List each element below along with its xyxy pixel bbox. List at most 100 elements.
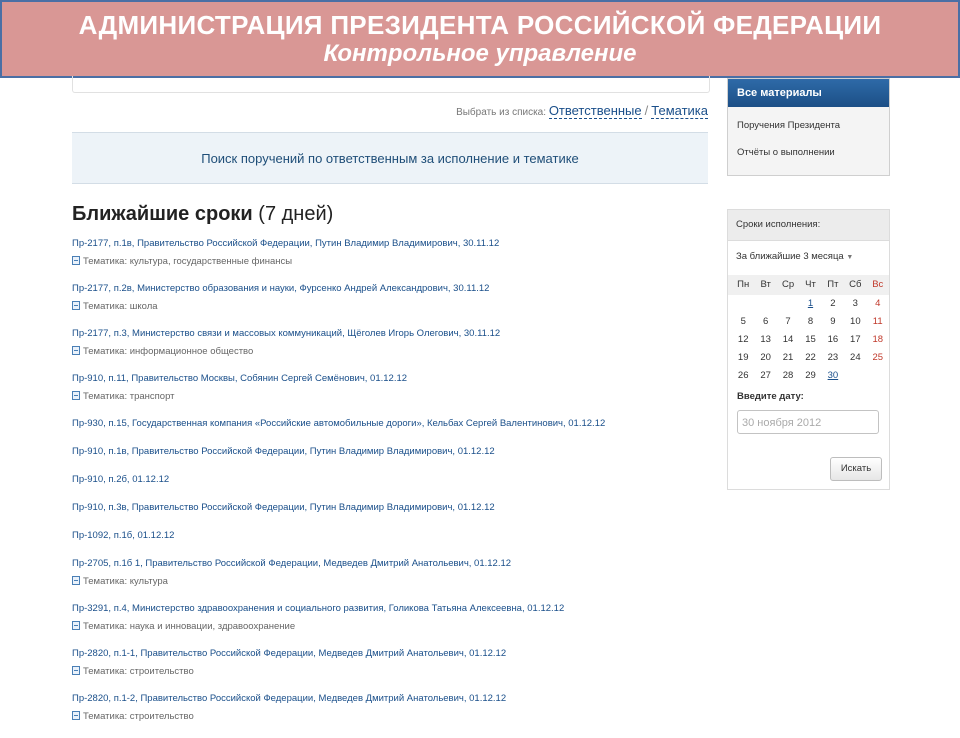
calendar-day[interactable]: 14	[777, 331, 799, 349]
task-item: Пр-2820, п.1-2, Правительство Российской…	[72, 693, 708, 723]
task-theme-text: Тематика: школа	[83, 301, 158, 312]
find-button[interactable]: Искать	[830, 457, 882, 481]
calendar-day[interactable]: 15	[799, 331, 821, 349]
calendar-day[interactable]: 2	[822, 295, 844, 313]
task-item: Пр-3291, п.4, Министерство здравоохранен…	[72, 603, 708, 633]
calendar-day[interactable]: 7	[777, 313, 799, 331]
task-link[interactable]: Пр-2177, п.2в, Министерство образования …	[72, 283, 708, 295]
task-item: Пр-910, п.1в, Правительство Российской Ф…	[72, 446, 708, 458]
calendar-day	[732, 295, 754, 313]
calendar-day[interactable]: 27	[754, 367, 776, 385]
chevron-down-icon: ▼	[846, 254, 854, 261]
task-link[interactable]: Пр-2177, п.1в, Правительство Российской …	[72, 238, 708, 250]
task-theme-text: Тематика: строительство	[83, 666, 194, 677]
task-item: Пр-1092, п.1б, 01.12.12	[72, 530, 708, 542]
calendar-week: 19 20 21 22 23 24 25	[728, 349, 889, 367]
calendar-day[interactable]: 28	[777, 367, 799, 385]
calendar-day[interactable]: 30	[822, 367, 844, 385]
calendar-day[interactable]: 29	[799, 367, 821, 385]
task-link[interactable]: Пр-2177, п.3, Министерство связи и массо…	[72, 328, 708, 340]
task-item: Пр-2177, п.1в, Правительство Российской …	[72, 238, 708, 268]
task-link[interactable]: Пр-1092, п.1б, 01.12.12	[72, 530, 708, 542]
calendar-day[interactable]: 25	[867, 349, 889, 367]
calendar-weekday: Вс	[872, 279, 884, 290]
task-link[interactable]: Пр-910, п.2б, 01.12.12	[72, 474, 708, 486]
heading-days: (7 дней)	[258, 203, 334, 225]
task-link[interactable]: Пр-930, п.15, Государственная компания «…	[72, 418, 708, 430]
calendar-day[interactable]: 6	[754, 313, 776, 331]
calendar-weekday: Пт	[827, 279, 839, 290]
task-theme-text: Тематика: культура	[83, 576, 168, 587]
select-from-list: Выбрать из списка: Ответственные / Тематик…	[72, 103, 708, 119]
task-item: Пр-930, п.15, Государственная компания «…	[72, 418, 708, 430]
period-select[interactable]: За ближайшие 3 месяца ▼	[728, 250, 889, 265]
task-theme-text: Тематика: наука и инновации, здравоохран…	[83, 621, 296, 632]
document-icon	[72, 346, 80, 355]
responsible-link[interactable]: Ответственные	[548, 103, 642, 119]
select-prefix: Выбрать из списка:	[456, 107, 547, 118]
top-content-box	[72, 76, 710, 93]
task-item: Пр-2820, п.1-1, Правительство Российской…	[72, 648, 708, 678]
task-theme: Тематика: школа	[72, 301, 708, 313]
calendar-week: 12 13 14 15 16 17 18	[728, 331, 889, 349]
materials-item-orders[interactable]: Поручения Президента	[728, 120, 889, 132]
calendar-day[interactable]: 10	[844, 313, 866, 331]
calendar-day[interactable]: 4	[867, 295, 889, 313]
calendar-day[interactable]: 12	[732, 331, 754, 349]
task-theme: Тематика: строительство	[72, 666, 708, 678]
calendar-day[interactable]: 22	[799, 349, 821, 367]
calendar-day[interactable]: 19	[732, 349, 754, 367]
theme-link[interactable]: Тематика	[651, 103, 708, 119]
calendar-day[interactable]: 1	[799, 295, 821, 313]
task-theme: Тематика: информационное общество	[72, 346, 708, 358]
calendar-day[interactable]: 21	[777, 349, 799, 367]
task-theme: Тематика: культура, государственные фина…	[72, 256, 708, 268]
calendar-day[interactable]: 8	[799, 313, 821, 331]
materials-item-reports[interactable]: Отчёты о выполнении	[728, 147, 889, 159]
calendar-day	[777, 295, 799, 313]
calendar-day[interactable]: 18	[867, 331, 889, 349]
document-icon	[72, 391, 80, 400]
task-item: Пр-2705, п.1б 1, Правительство Российско…	[72, 558, 708, 588]
task-theme-text: Тематика: строительство	[83, 711, 194, 722]
calendar-weekdays: Пн Вт Ср Чт Пт Сб Вс	[728, 275, 889, 295]
task-link[interactable]: Пр-910, п.11, Правительство Москвы, Собя…	[72, 373, 708, 385]
task-theme: Тематика: транспорт	[72, 391, 708, 403]
search-tasks-link[interactable]: Поиск поручений по ответственным за испо…	[72, 132, 708, 184]
task-link[interactable]: Пр-2820, п.1-2, Правительство Российской…	[72, 693, 708, 705]
period-label: За ближайшие 3 месяца	[736, 251, 844, 262]
calendar-day[interactable]: 5	[732, 313, 754, 331]
task-item: Пр-910, п.2б, 01.12.12	[72, 474, 708, 486]
document-icon	[72, 666, 80, 675]
task-link[interactable]: Пр-2705, п.1б 1, Правительство Российско…	[72, 558, 708, 570]
calendar-grid: 1 2 3 4 5 6 7 8 9 10 11 12 13 14 15 16 17 18 19 20 21 22 23 24 2…	[728, 295, 889, 385]
calendar-day[interactable]: 11	[867, 313, 889, 331]
calendar-day[interactable]: 3	[844, 295, 866, 313]
date-label: Введите дату:	[737, 391, 804, 402]
task-theme: Тематика: наука и инновации, здравоохран…	[72, 621, 708, 633]
calendar-day[interactable]: 26	[732, 367, 754, 385]
task-link[interactable]: Пр-3291, п.4, Министерство здравоохранен…	[72, 603, 708, 615]
document-icon	[72, 711, 80, 720]
date-input[interactable]: 30 ноября 2012	[737, 410, 879, 434]
deadlines-panel: Сроки исполнения: За ближайшие 3 месяца …	[727, 209, 890, 490]
calendar-day[interactable]: 13	[754, 331, 776, 349]
calendar-week: 5 6 7 8 9 10 11	[728, 313, 889, 331]
title-banner: АДМИНИСТРАЦИЯ ПРЕЗИДЕНТА РОССИЙСКОЙ ФЕДЕ…	[0, 0, 960, 78]
materials-title[interactable]: Все материалы	[728, 79, 889, 107]
calendar-day[interactable]: 20	[754, 349, 776, 367]
task-link[interactable]: Пр-2820, п.1-1, Правительство Российской…	[72, 648, 708, 660]
document-icon	[72, 256, 80, 265]
task-link[interactable]: Пр-910, п.1в, Правительство Российской Ф…	[72, 446, 708, 458]
task-link[interactable]: Пр-910, п.3в, Правительство Российской Ф…	[72, 502, 708, 514]
calendar-day[interactable]: 16	[822, 331, 844, 349]
task-item: Пр-2177, п.2в, Министерство образования …	[72, 283, 708, 313]
page-heading: Ближайшие сроки (7 дней)	[72, 203, 333, 226]
calendar-day[interactable]: 9	[822, 313, 844, 331]
calendar-day[interactable]: 23	[822, 349, 844, 367]
task-item: Пр-2177, п.3, Министерство связи и массо…	[72, 328, 708, 358]
calendar-day[interactable]: 24	[844, 349, 866, 367]
calendar-day[interactable]: 17	[844, 331, 866, 349]
calendar-week: 1234	[728, 295, 889, 313]
task-item: Пр-910, п.11, Правительство Москвы, Собя…	[72, 373, 708, 403]
